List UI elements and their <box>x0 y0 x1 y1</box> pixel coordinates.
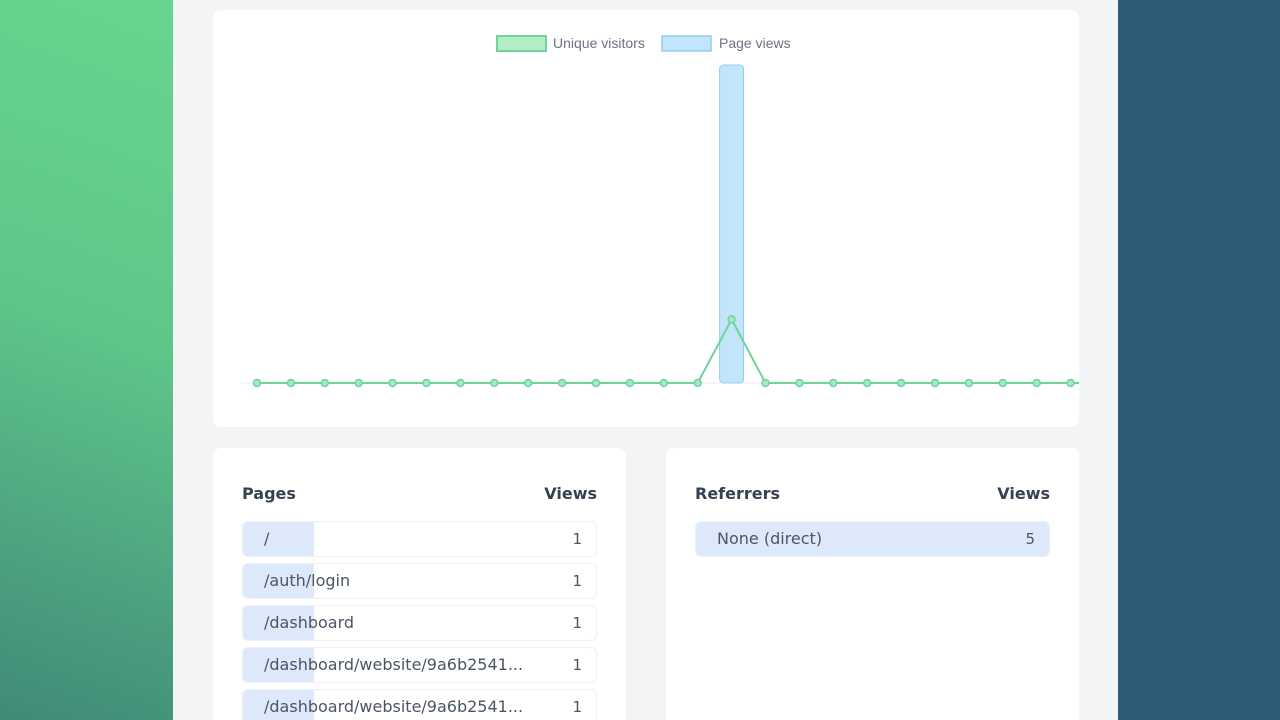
pages-list: /1/auth/login 1/dashboard 1/dashboard/webs… <box>242 521 597 720</box>
list-item-value: 1 <box>572 572 582 590</box>
list-item-label[interactable]: / <box>264 522 536 556</box>
list-item[interactable]: /auth/login 1 <box>242 563 597 599</box>
left-gradient-panel <box>0 0 173 720</box>
list-item-label[interactable]: /dashboard <box>264 606 536 640</box>
list-item[interactable]: /dashboard 1 <box>242 605 597 641</box>
unique-visitors-point[interactable] <box>286 378 296 388</box>
legend-label-views[interactable]: Page views <box>719 35 791 51</box>
list-item-label[interactable]: /auth/login <box>264 564 536 598</box>
legend-swatch-views[interactable] <box>661 35 712 52</box>
unique-visitors-point[interactable] <box>625 378 635 388</box>
chart-card: Unique visitors Page views <box>213 10 1079 427</box>
list-item-value: 1 <box>572 614 582 632</box>
unique-visitors-point[interactable] <box>1066 378 1075 388</box>
list-item-label[interactable]: /dashboard/website/9a6b2541... <box>264 690 536 720</box>
referrers-list: None (direct) 5 <box>695 521 1050 563</box>
unique-visitors-point[interactable] <box>523 378 533 388</box>
unique-visitors-point[interactable] <box>795 378 804 388</box>
unique-visitors-point[interactable] <box>727 315 736 324</box>
list-item[interactable]: /1 <box>242 521 597 557</box>
pages-title: Pages <box>242 484 296 503</box>
list-item-value: 1 <box>572 698 582 716</box>
unique-visitors-point[interactable] <box>490 378 499 388</box>
unique-visitors-point[interactable] <box>422 378 431 388</box>
list-item[interactable]: /dashboard/website/9a6b2541... 1 <box>242 689 597 720</box>
unique-visitors-point[interactable] <box>591 378 601 388</box>
referrers-views-header: Views <box>997 484 1050 503</box>
unique-visitors-point[interactable] <box>388 378 397 388</box>
list-item-value: 1 <box>572 530 582 548</box>
list-item-value: 5 <box>1025 530 1035 548</box>
unique-visitors-point[interactable] <box>354 378 363 388</box>
legend-swatch-visitors[interactable] <box>496 35 547 52</box>
pages-header: Pages Views <box>242 484 597 503</box>
pages-card: Pages Views /1/auth/login 1/dashboard 1/da… <box>213 448 626 720</box>
unique-visitors-point[interactable] <box>693 378 702 388</box>
referrers-header: Referrers Views <box>695 484 1050 503</box>
unique-visitors-point[interactable] <box>557 378 567 388</box>
list-item[interactable]: None (direct) 5 <box>695 521 1050 557</box>
unique-visitors-point[interactable] <box>320 378 330 388</box>
pages-views-header: Views <box>544 484 597 503</box>
referrers-title: Referrers <box>695 484 781 503</box>
unique-visitors-point[interactable] <box>1032 378 1041 388</box>
unique-visitors-point[interactable] <box>659 378 669 388</box>
list-item-label[interactable]: /dashboard/website/9a6b2541... <box>264 648 536 682</box>
main-content: Unique visitors Page views Pages Views /… <box>173 0 1118 720</box>
list-item-label[interactable]: None (direct) <box>717 522 989 556</box>
unique-visitors-point[interactable] <box>998 378 1008 388</box>
unique-visitors-line <box>257 317 1079 384</box>
list-item-value: 1 <box>572 656 582 674</box>
unique-visitors-point[interactable] <box>829 378 838 388</box>
unique-visitors-point[interactable] <box>456 378 465 388</box>
referrers-card: Referrers Views None (direct) 5 <box>666 448 1079 720</box>
unique-visitors-point[interactable] <box>761 378 770 388</box>
legend-label-visitors[interactable]: Unique visitors <box>553 35 645 51</box>
chart-legend: Unique visitors Page views <box>496 35 791 52</box>
traffic-chart: Unique visitors Page views <box>241 35 1079 388</box>
unique-visitors-point[interactable] <box>930 378 940 388</box>
right-panel <box>1118 0 1280 720</box>
list-item[interactable]: /dashboard/website/9a6b2541... 1 <box>242 647 597 683</box>
unique-visitors-point[interactable] <box>252 378 262 388</box>
unique-visitors-point[interactable] <box>896 378 906 388</box>
unique-visitors-point[interactable] <box>862 378 872 388</box>
unique-visitors-point[interactable] <box>964 378 974 388</box>
